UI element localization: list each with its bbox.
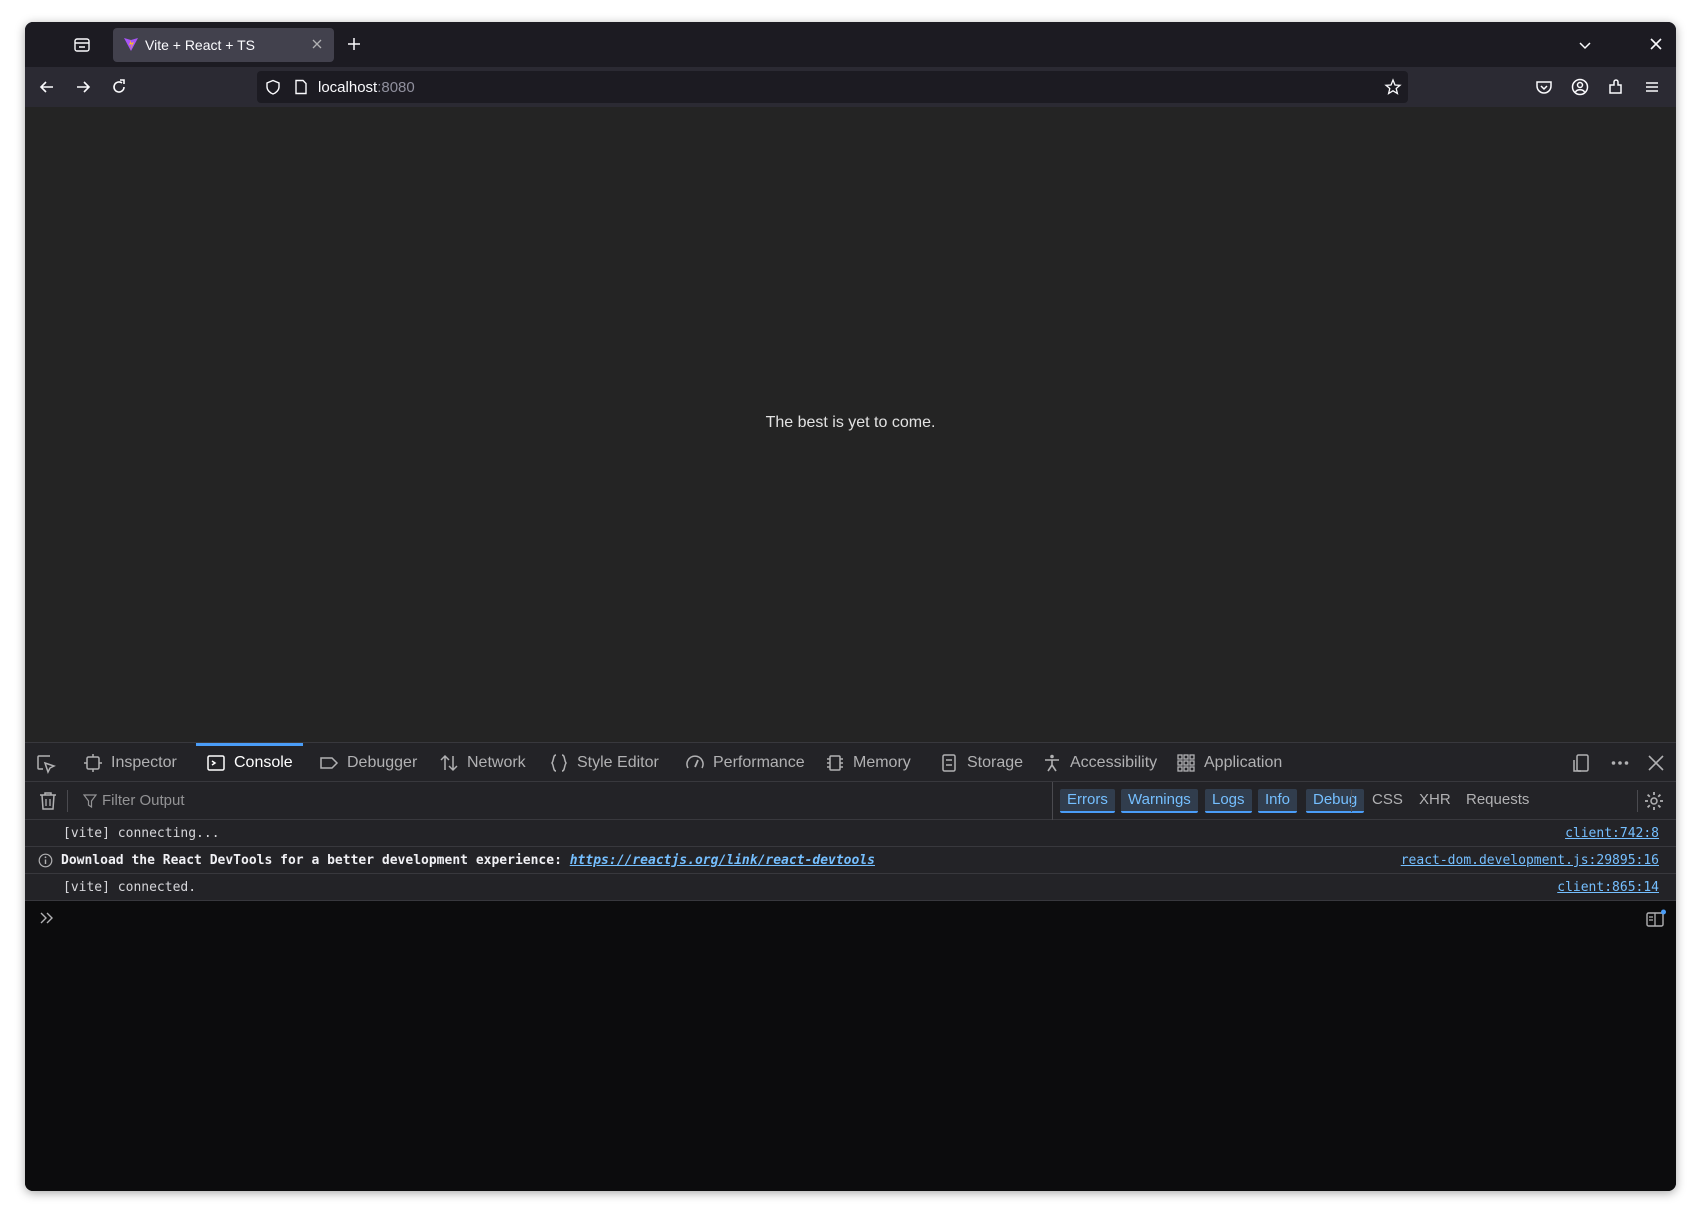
inspector-icon bbox=[84, 753, 102, 772]
console-message-location[interactable]: react-dom.development.js:29895:16 bbox=[1401, 853, 1659, 868]
filter-output-input[interactable]: Filter Output bbox=[102, 792, 185, 809]
console-message: [vite] connecting... client:742:8 bbox=[25, 820, 1676, 847]
console-message-text: [vite] connected. bbox=[63, 880, 197, 895]
responsive-design-mode-icon[interactable] bbox=[1572, 753, 1592, 773]
tab-network-label: Network bbox=[467, 753, 526, 771]
tab-debugger-label: Debugger bbox=[347, 753, 418, 771]
tab-accessibility[interactable]: Accessibility bbox=[1042, 743, 1157, 782]
vite-favicon-icon bbox=[124, 38, 138, 51]
console-input-chevron-icon[interactable] bbox=[39, 910, 55, 926]
tab-close-icon[interactable] bbox=[309, 36, 325, 52]
tab-storage-label: Storage bbox=[967, 753, 1024, 771]
menu-icon[interactable] bbox=[1642, 77, 1662, 97]
tab-performance[interactable]: Performance bbox=[685, 743, 805, 782]
storage-icon bbox=[942, 753, 956, 772]
tab-memory[interactable]: Memory bbox=[825, 743, 911, 782]
react-devtools-link[interactable]: https://reactjs.org/link/react-devtools bbox=[570, 853, 875, 868]
console-icon bbox=[207, 754, 225, 771]
tab-performance-label: Performance bbox=[713, 753, 805, 771]
tab-network[interactable]: Network bbox=[439, 743, 526, 782]
filter-logs-button[interactable]: Logs bbox=[1205, 789, 1252, 813]
filter-requests-button[interactable]: Requests bbox=[1459, 789, 1536, 813]
devtools-toolbar: Inspector Console Debugger Network Style… bbox=[25, 742, 1676, 782]
browser-tab[interactable]: Vite + React + TS bbox=[113, 28, 334, 62]
tab-console-label: Console bbox=[234, 753, 293, 771]
forward-icon[interactable] bbox=[73, 77, 93, 97]
firefox-view-icon[interactable] bbox=[73, 36, 91, 54]
tab-console[interactable]: Console bbox=[196, 743, 303, 782]
console-message: [vite] connected. client:865:14 bbox=[25, 874, 1676, 901]
tab-inspector[interactable]: Inspector bbox=[83, 743, 177, 782]
navigation-bar: localhost:8080 bbox=[25, 67, 1676, 107]
bookmark-star-icon[interactable] bbox=[1384, 78, 1402, 96]
application-icon bbox=[1177, 753, 1195, 772]
filter-warnings-button[interactable]: Warnings bbox=[1121, 789, 1198, 813]
console-message-info: Download the React DevTools for a better… bbox=[25, 847, 1676, 874]
performance-icon bbox=[686, 754, 704, 768]
console-message-location[interactable]: client:742:8 bbox=[1565, 826, 1659, 841]
tab-debugger[interactable]: Debugger bbox=[319, 743, 417, 782]
page-info-icon[interactable] bbox=[293, 79, 309, 95]
url-text[interactable]: localhost:8080 bbox=[318, 79, 415, 96]
tracking-protection-shield-icon[interactable] bbox=[265, 79, 281, 95]
close-window-icon[interactable] bbox=[1649, 37, 1663, 51]
filter-separator bbox=[67, 790, 68, 812]
console-message-location[interactable]: client:865:14 bbox=[1557, 880, 1659, 895]
console-message-text: Download the React DevTools for a better… bbox=[61, 853, 875, 868]
tab-storage[interactable]: Storage bbox=[939, 743, 1023, 782]
close-devtools-icon[interactable] bbox=[1646, 753, 1666, 773]
tab-application-label: Application bbox=[1204, 753, 1283, 771]
more-options-icon[interactable] bbox=[1610, 753, 1630, 773]
console-message-text: [vite] connecting... bbox=[63, 826, 220, 841]
tab-strip: Vite + React + TS bbox=[25, 22, 1676, 67]
back-icon[interactable] bbox=[37, 77, 57, 97]
console-filter-bar: Filter Output Errors Warnings Logs Info … bbox=[25, 782, 1676, 820]
browser-window: Vite + React + TS localhost:8080 The bes… bbox=[25, 22, 1676, 1191]
filter-css-button[interactable]: CSS bbox=[1365, 789, 1410, 813]
filter-icon bbox=[83, 794, 97, 808]
tab-style-editor-label: Style Editor bbox=[577, 753, 659, 771]
console-output: [vite] connecting... client:742:8 Downlo… bbox=[25, 820, 1676, 1191]
tab-memory-label: Memory bbox=[853, 753, 911, 771]
memory-icon bbox=[827, 754, 843, 771]
filter-debug-button[interactable]: Debug bbox=[1306, 789, 1365, 813]
style-editor-icon bbox=[551, 753, 567, 772]
filter-separator bbox=[1637, 790, 1638, 812]
reload-icon[interactable] bbox=[109, 77, 129, 97]
filter-separator bbox=[1351, 790, 1352, 812]
info-icon bbox=[38, 853, 53, 868]
filter-info-button[interactable]: Info bbox=[1258, 789, 1298, 813]
page-content: The best is yet to come. bbox=[25, 107, 1676, 742]
network-icon bbox=[440, 754, 458, 771]
extensions-icon[interactable] bbox=[1606, 77, 1626, 97]
accessibility-icon bbox=[1045, 754, 1059, 771]
url-bar[interactable]: localhost:8080 bbox=[257, 71, 1408, 103]
new-tab-icon[interactable] bbox=[345, 35, 363, 53]
filter-xhr-button[interactable]: XHR bbox=[1412, 789, 1458, 813]
filter-errors-button[interactable]: Errors bbox=[1060, 789, 1115, 813]
element-picker-icon[interactable] bbox=[35, 753, 57, 775]
debugger-icon bbox=[320, 756, 339, 769]
tab-application[interactable]: Application bbox=[1176, 743, 1282, 782]
console-settings-gear-icon[interactable] bbox=[1644, 791, 1664, 811]
list-all-tabs-icon[interactable] bbox=[1576, 36, 1594, 54]
tab-title: Vite + React + TS bbox=[145, 37, 255, 53]
account-icon[interactable] bbox=[1570, 77, 1590, 97]
tab-style-editor[interactable]: Style Editor bbox=[549, 743, 659, 782]
page-message: The best is yet to come. bbox=[765, 414, 936, 431]
pocket-icon[interactable] bbox=[1534, 77, 1554, 97]
log-level-filters bbox=[1052, 782, 1053, 820]
tab-accessibility-label: Accessibility bbox=[1070, 753, 1158, 771]
clear-console-trash-icon[interactable] bbox=[39, 791, 57, 811]
tab-inspector-label: Inspector bbox=[111, 753, 177, 771]
editor-mode-toggle-icon[interactable] bbox=[1645, 909, 1667, 929]
